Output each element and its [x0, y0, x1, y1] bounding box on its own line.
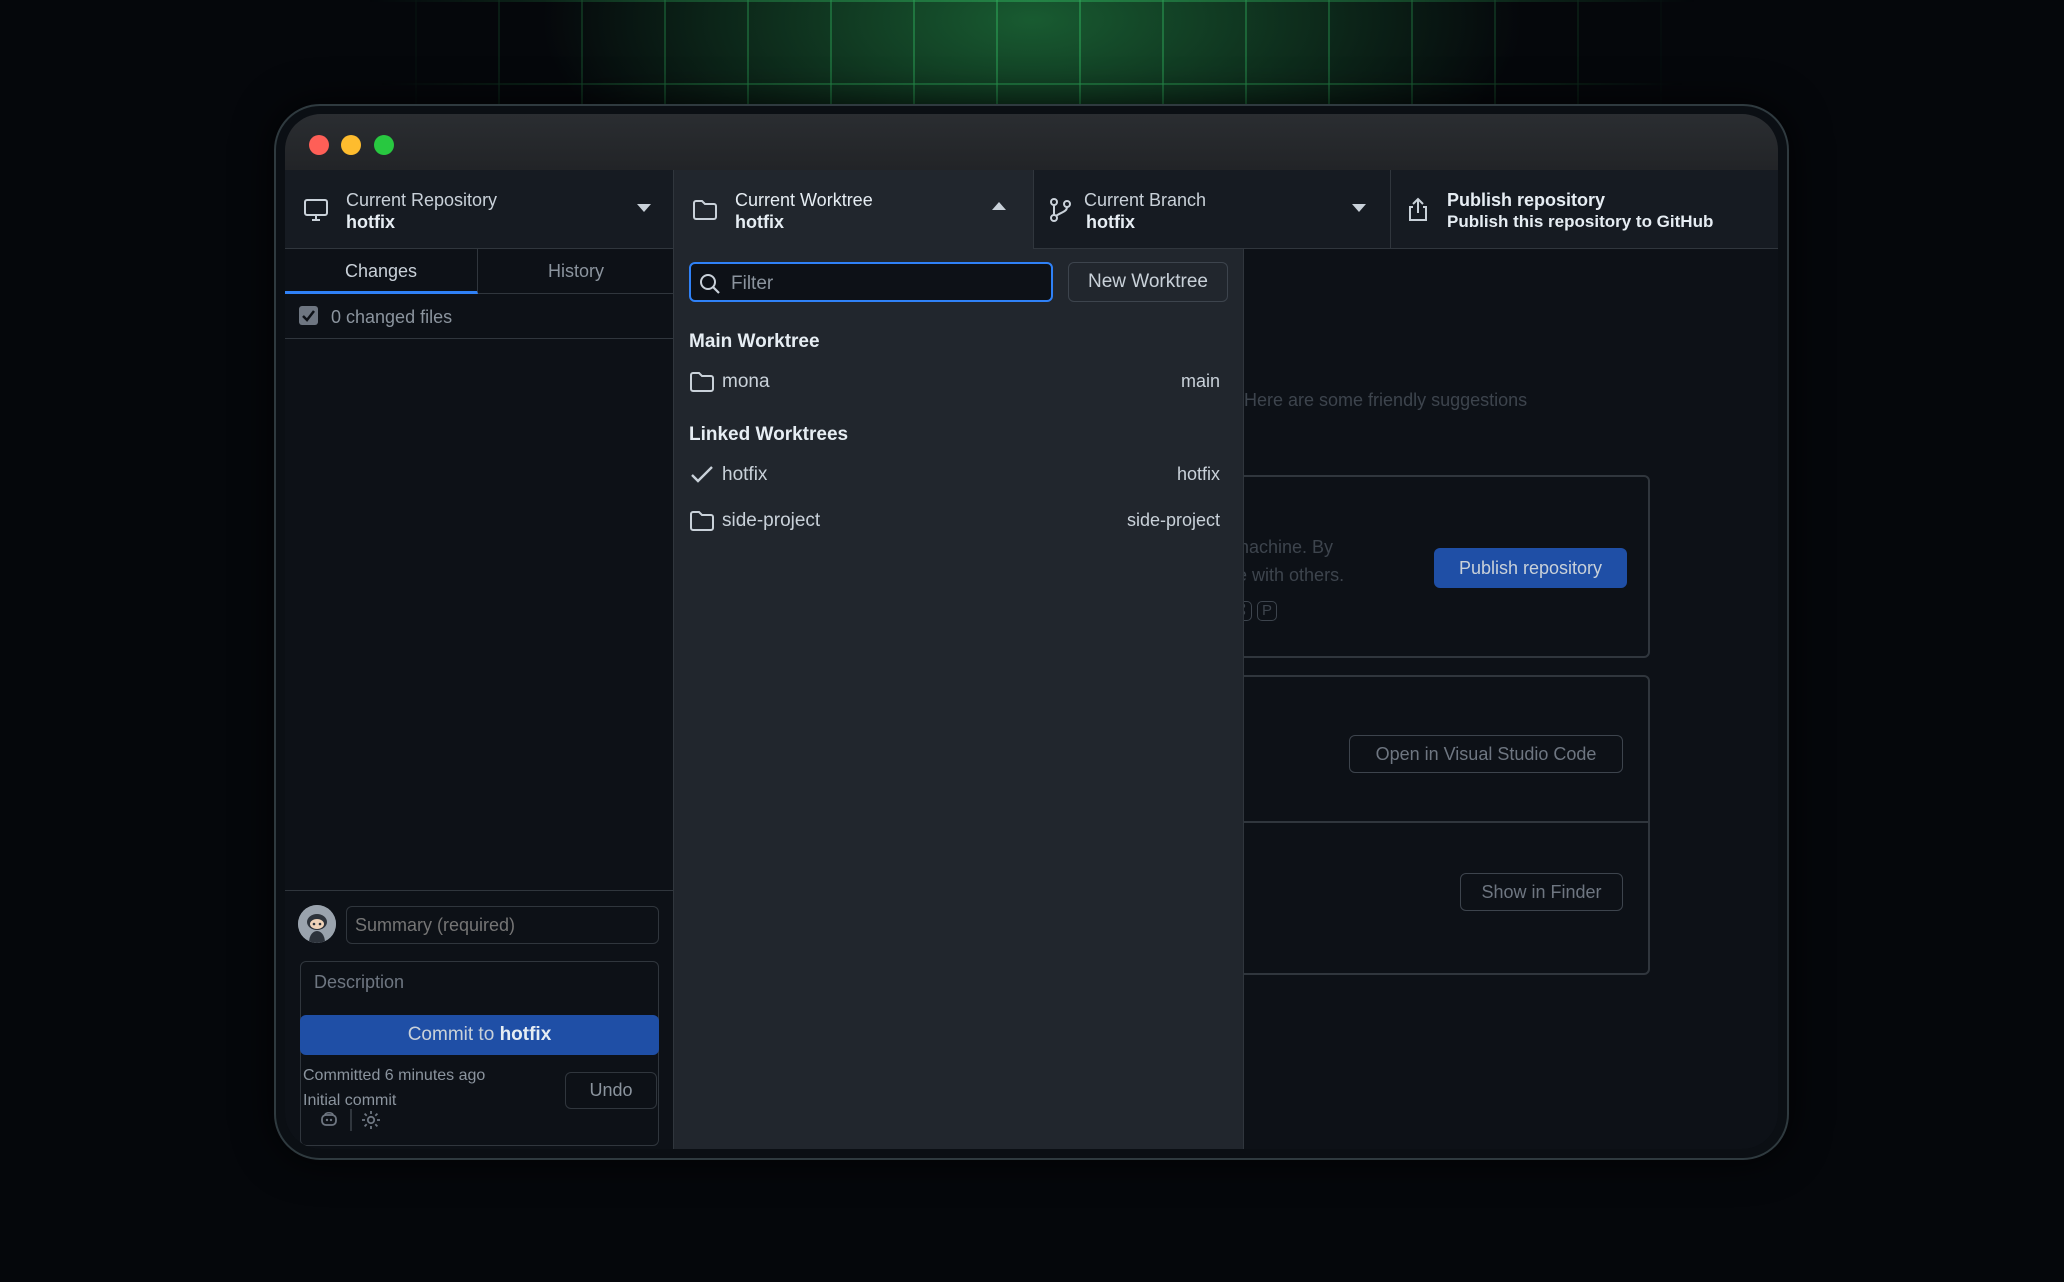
- worktree-branch: hotfix: [1176, 464, 1220, 484]
- publish-description: Publish this repository to GitHub: [1447, 212, 1714, 231]
- last-commit-message: Initial commit: [303, 1092, 397, 1109]
- filter-placeholder: Filter: [731, 273, 774, 294]
- publish-repository-button[interactable]: Publish repository: [1434, 548, 1627, 588]
- current-branch-button[interactable]: Current Branch hotfix: [1034, 170, 1391, 249]
- current-repository-button[interactable]: Current Repository hotfix: [285, 170, 674, 249]
- card-divider: [1206, 821, 1648, 823]
- avatar: [298, 905, 336, 943]
- sidebar: Changes History 0 changed files Des: [285, 249, 674, 1149]
- worktree-branch: side-project: [1126, 510, 1220, 530]
- commit-branch: hotfix: [499, 1024, 552, 1045]
- worktree-name: mona: [722, 371, 770, 392]
- worktree-name: hotfix: [722, 464, 768, 485]
- show-in-finder-button[interactable]: Show in Finder: [1460, 873, 1623, 911]
- branch-label: Current Branch: [1084, 190, 1207, 210]
- worktree-value: hotfix: [735, 212, 784, 232]
- check-icon: [691, 466, 713, 483]
- folder-icon: [693, 200, 717, 220]
- toolbar-divider: [350, 1109, 352, 1131]
- octocat-icon: [298, 905, 336, 943]
- sidebar-tabs: Changes History: [285, 249, 674, 294]
- undo-button[interactable]: Undo: [565, 1072, 657, 1109]
- folder-icon: [690, 511, 714, 531]
- select-all-checkbox[interactable]: [299, 306, 318, 325]
- worktree-name: side-project: [722, 510, 821, 531]
- commit-button[interactable]: Commit to hotfix: [300, 1015, 659, 1055]
- title-bar: [285, 114, 1778, 170]
- current-worktree-button[interactable]: Current Worktree hotfix: [674, 170, 1034, 249]
- zoom-window-button[interactable]: [374, 135, 394, 155]
- commit-label: Commit to: [407, 1024, 495, 1045]
- check-icon: [302, 310, 315, 322]
- last-commit-time: Committed 6 minutes ago: [303, 1067, 486, 1084]
- publish-card: cal machine. By orate with others. or ⌘ …: [1204, 475, 1650, 658]
- tab-history[interactable]: History: [478, 249, 674, 294]
- worktree-item-mona[interactable]: mona main: [674, 362, 1244, 402]
- repository-label: Current Repository: [346, 190, 498, 210]
- summary-input[interactable]: [346, 906, 659, 944]
- p-key: P: [1257, 601, 1278, 621]
- chevron-up-icon: [992, 202, 1006, 210]
- worktree-item-hotfix[interactable]: hotfix hotfix: [674, 455, 1244, 495]
- copilot-icon[interactable]: [319, 1109, 339, 1129]
- toolbar: Current Repository hotfix Current Worktr…: [285, 170, 1778, 249]
- app-window: Current Repository hotfix Current Worktr…: [285, 114, 1778, 1149]
- worktree-item-side-project[interactable]: side-project side-project: [674, 501, 1244, 541]
- open-editor-card: Open in Visual Studio Code Show in Finde…: [1204, 675, 1650, 975]
- changed-files-count: 0 changed files: [331, 307, 453, 327]
- worktree-branch: main: [1180, 371, 1220, 391]
- filter-input[interactable]: Filter: [689, 262, 1053, 302]
- chevron-down-icon: [1352, 204, 1366, 212]
- repository-value: hotfix: [346, 212, 395, 232]
- linked-worktrees-header: Linked Worktrees: [689, 424, 849, 445]
- publish-label: Publish repository: [1447, 190, 1606, 210]
- desktop-icon: [304, 199, 328, 221]
- suggestion-text: Here are some friendly suggestions: [1244, 390, 1528, 410]
- new-worktree-button[interactable]: New Worktree: [1068, 262, 1228, 302]
- tab-changes[interactable]: Changes: [285, 249, 478, 294]
- branch-value: hotfix: [1086, 212, 1135, 232]
- worktree-dropdown: Filter New Worktree Main Worktree mona m…: [674, 249, 1244, 1149]
- minimize-window-button[interactable]: [341, 135, 361, 155]
- branch-icon: [1050, 198, 1071, 222]
- upload-icon: [1409, 197, 1427, 221]
- changed-files-row: 0 changed files: [285, 294, 674, 339]
- open-in-editor-button[interactable]: Open in Visual Studio Code: [1349, 735, 1623, 773]
- publish-repository-toolbar-button[interactable]: Publish repository Publish this reposito…: [1391, 170, 1778, 249]
- main-worktree-header: Main Worktree: [689, 331, 820, 352]
- close-window-button[interactable]: [309, 135, 329, 155]
- chevron-down-icon: [637, 204, 651, 212]
- search-icon: [700, 274, 720, 294]
- gear-icon[interactable]: [360, 1109, 382, 1131]
- description-placeholder: Description: [314, 972, 405, 992]
- worktree-label: Current Worktree: [735, 190, 873, 210]
- folder-icon: [690, 372, 714, 392]
